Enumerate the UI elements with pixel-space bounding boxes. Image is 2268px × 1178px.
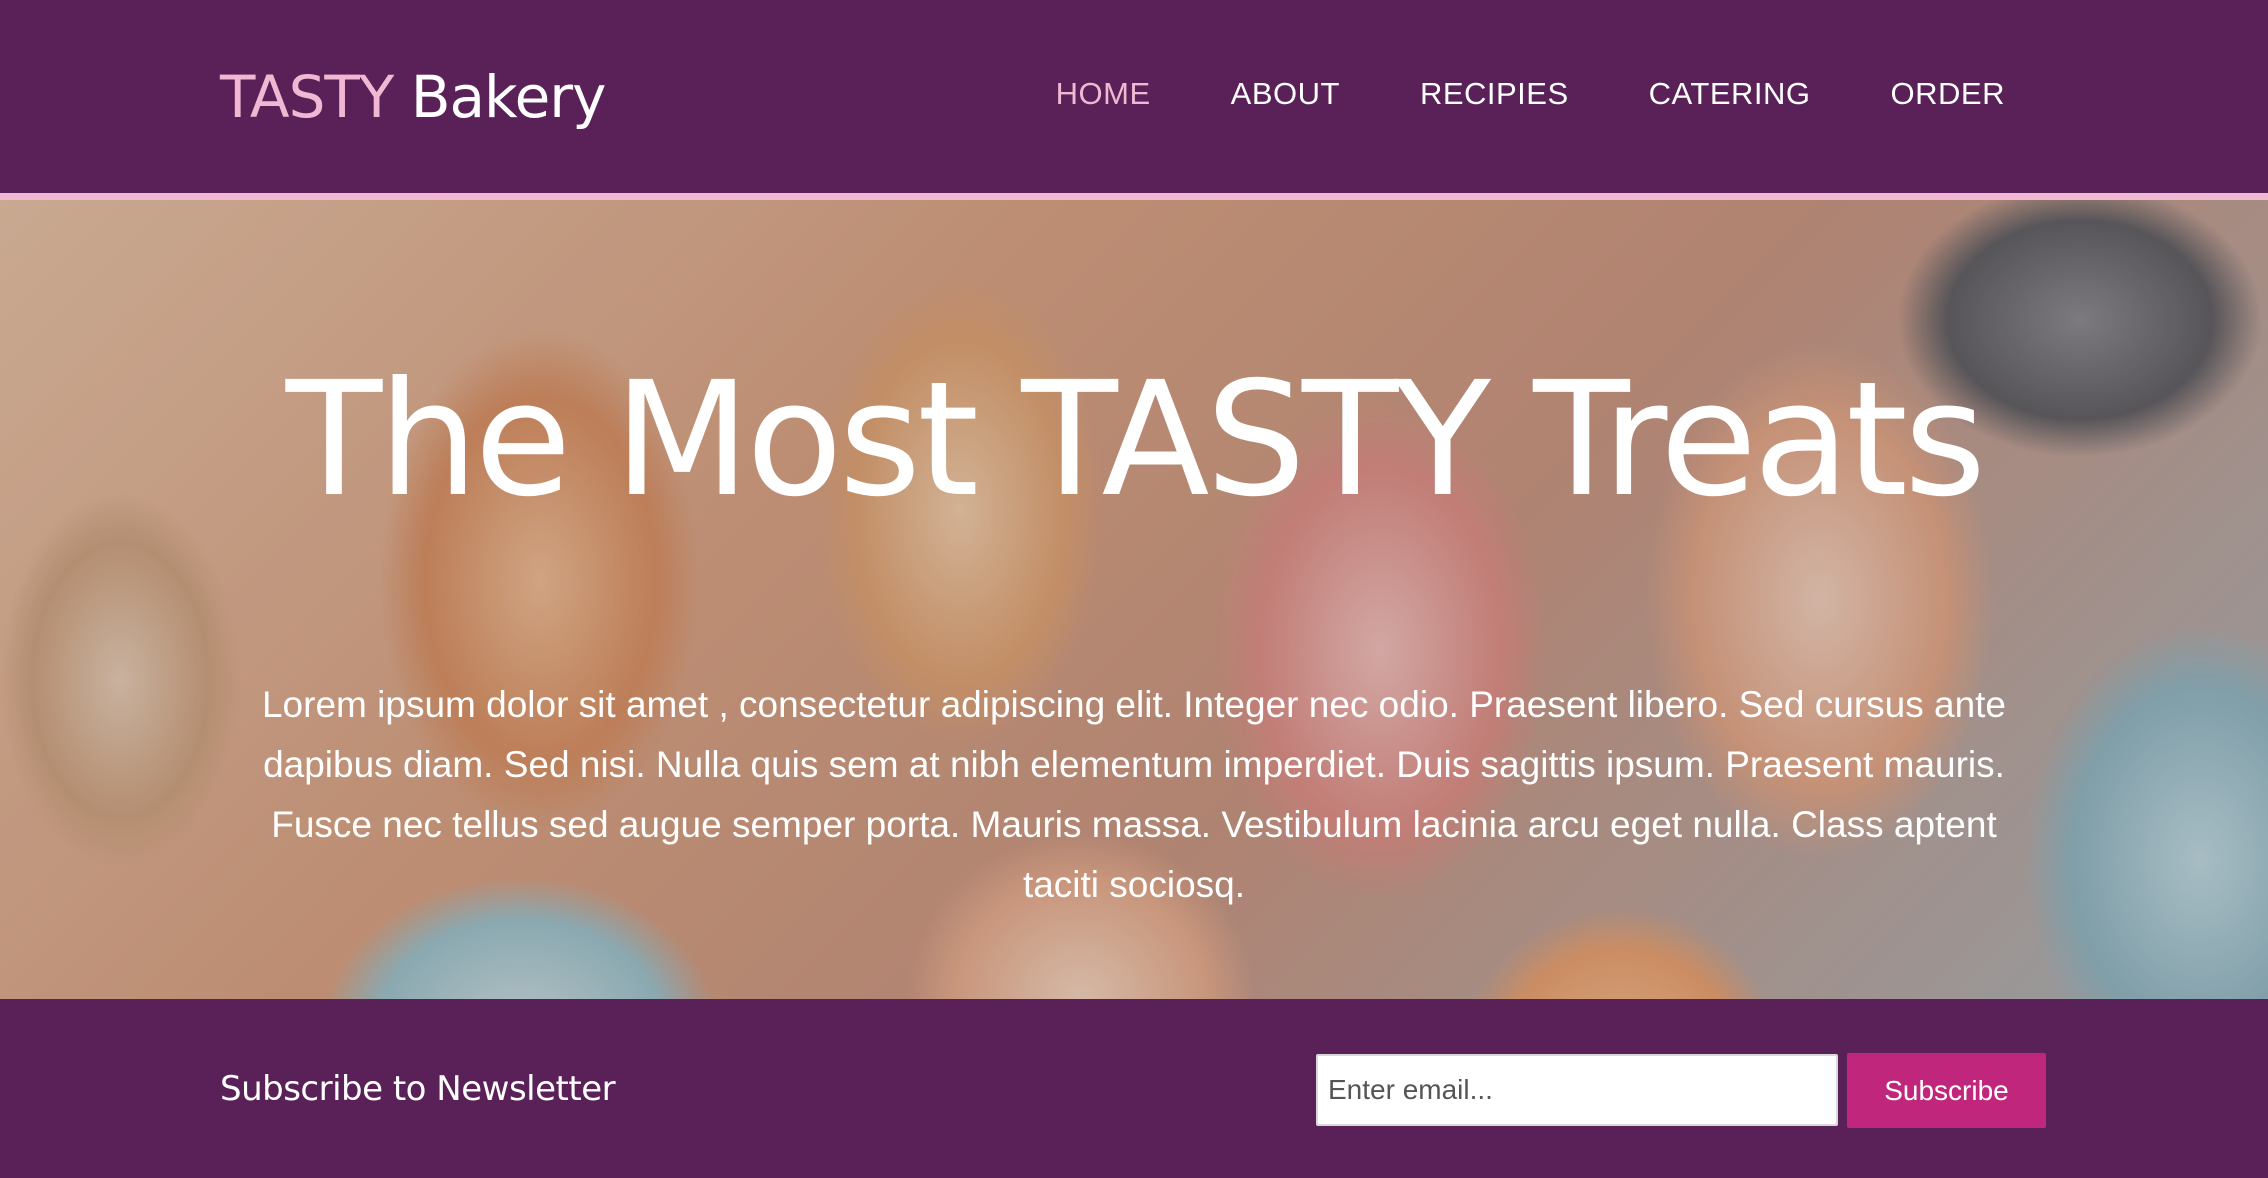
logo-main-text: Bakery bbox=[410, 63, 607, 131]
nav-link-order[interactable]: ORDER bbox=[1891, 76, 2005, 112]
site-logo[interactable]: TASTY Bakery bbox=[220, 57, 607, 137]
nav-link-recipies[interactable]: RECIPIES bbox=[1420, 76, 1569, 112]
hero-description: Lorem ipsum dolor sit amet , consectetur… bbox=[261, 684, 2007, 905]
site-header: TASTY Bakery HOME ABOUT RECIPIES CATERIN… bbox=[0, 0, 2268, 200]
nav-link-home[interactable]: HOME bbox=[1056, 76, 1151, 112]
logo-accent-text: TASTY bbox=[220, 63, 394, 131]
newsletter-label: Subscribe to Newsletter bbox=[220, 1069, 616, 1109]
main-nav: HOME ABOUT RECIPIES CATERING ORDER bbox=[1056, 70, 2005, 118]
nav-link-catering[interactable]: CATERING bbox=[1649, 76, 1811, 112]
subscribe-button[interactable]: Subscribe bbox=[1847, 1053, 2046, 1128]
nav-link-about[interactable]: ABOUT bbox=[1231, 76, 1340, 112]
hero-title: The Most TASTY Treats bbox=[285, 348, 1987, 532]
email-input[interactable] bbox=[1316, 1054, 1838, 1126]
